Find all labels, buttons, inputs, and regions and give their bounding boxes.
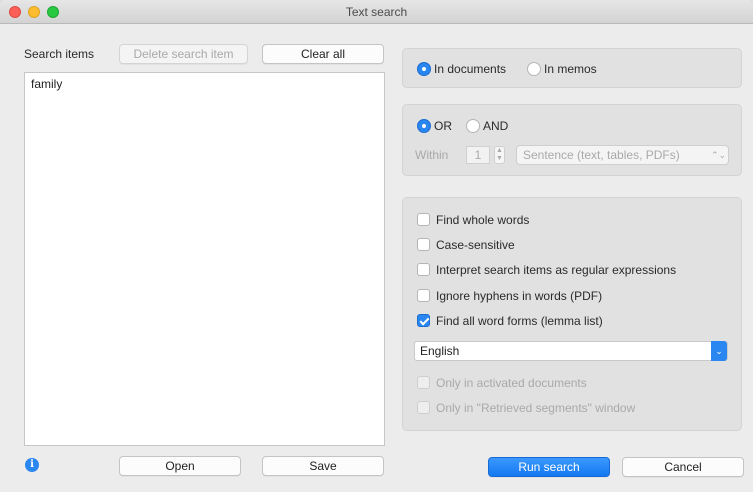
and-radio[interactable] <box>466 119 480 133</box>
only-retrieved-label: Only in "Retrieved segments" window <box>436 401 636 415</box>
only-activated-label: Only in activated documents <box>436 376 587 390</box>
clear-all-button[interactable]: Clear all <box>262 44 384 64</box>
info-icon[interactable]: i <box>25 458 39 472</box>
case-sensitive-checkbox[interactable] <box>417 238 430 251</box>
in-memos-label: In memos <box>544 62 597 76</box>
word-forms-checkbox[interactable] <box>417 314 430 327</box>
list-item[interactable]: family <box>31 77 62 91</box>
or-radio[interactable] <box>417 119 431 133</box>
only-activated-checkbox[interactable] <box>417 376 430 389</box>
regex-checkbox[interactable] <box>417 263 430 276</box>
save-button[interactable]: Save <box>262 456 384 476</box>
and-label: AND <box>483 119 509 133</box>
logic-panel: OR AND Within 1 ▲ ▼ Sentence (text, tabl… <box>402 104 742 176</box>
within-unit-value: Sentence (text, tables, PDFs) <box>523 148 680 162</box>
within-label: Within <box>415 148 449 162</box>
options-panel: Find whole words Case-sensitive Interpre… <box>402 197 742 431</box>
in-documents-radio[interactable] <box>417 62 431 76</box>
search-items-label: Search items <box>24 47 95 61</box>
stepper-up-icon: ▲ <box>496 147 503 154</box>
in-documents-label: In documents <box>434 62 507 76</box>
language-value: English <box>420 344 460 358</box>
window-title: Text search <box>345 5 408 19</box>
within-count-field[interactable]: 1 <box>466 146 490 164</box>
within-unit-select[interactable]: Sentence (text, tables, PDFs) ⌃⌄ <box>516 145 729 165</box>
word-forms-label: Find all word forms (lemma list) <box>436 314 603 328</box>
in-memos-radio[interactable] <box>527 62 541 76</box>
find-whole-words-label: Find whole words <box>436 213 530 227</box>
text-search-window: Text search Search items Delete search i… <box>0 0 753 492</box>
search-items-list[interactable]: family <box>24 72 385 446</box>
cancel-button[interactable]: Cancel <box>622 457 744 477</box>
or-label: OR <box>434 119 452 133</box>
chevron-down-icon: ⌃⌄ <box>711 150 727 160</box>
run-search-button[interactable]: Run search <box>488 457 610 477</box>
chevron-down-icon: ⌄ <box>711 341 727 361</box>
regex-label: Interpret search items as regular expres… <box>436 263 677 277</box>
delete-search-item-button[interactable]: Delete search item <box>119 44 248 64</box>
only-retrieved-checkbox[interactable] <box>417 401 430 414</box>
case-sensitive-label: Case-sensitive <box>436 238 515 252</box>
title-bar: Text search <box>0 0 753 24</box>
ignore-hyphens-checkbox[interactable] <box>417 289 430 302</box>
scope-panel: In documents In memos <box>402 48 742 88</box>
stepper-down-icon: ▼ <box>496 155 503 162</box>
ignore-hyphens-label: Ignore hyphens in words (PDF) <box>436 289 603 303</box>
within-stepper[interactable]: ▲ ▼ <box>494 146 505 164</box>
language-select[interactable]: English ⌄ <box>414 341 728 361</box>
find-whole-words-checkbox[interactable] <box>417 213 430 226</box>
open-button[interactable]: Open <box>119 456 241 476</box>
